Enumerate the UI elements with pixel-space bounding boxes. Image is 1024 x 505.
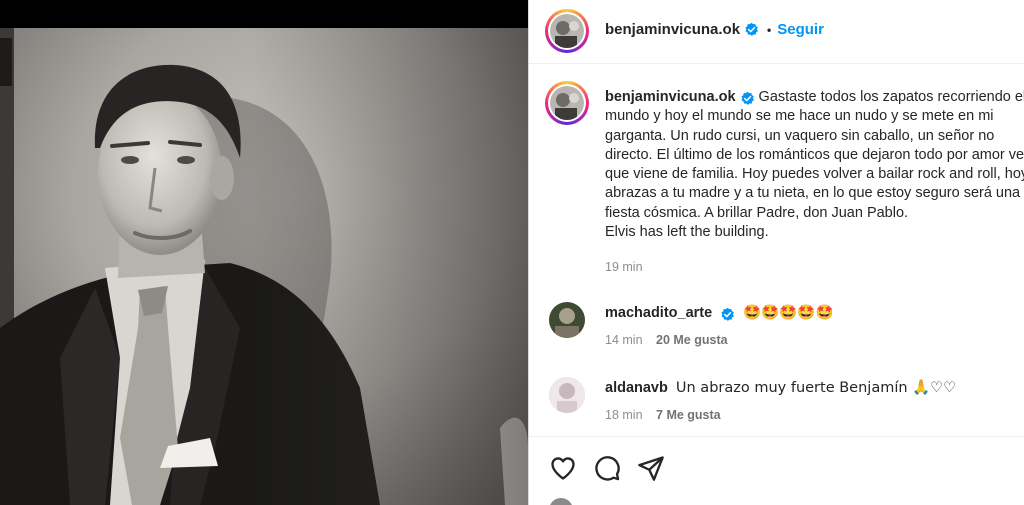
like-button[interactable] <box>549 454 577 482</box>
post-caption: benjaminvicuna.ok Gastaste todos los zapa… <box>605 88 1024 242</box>
comment-username[interactable]: machadito_arte <box>605 305 712 321</box>
comment-username[interactable]: aldanavb <box>605 380 668 396</box>
author-avatar[interactable] <box>545 9 589 53</box>
photo-top-bar <box>0 0 528 28</box>
comment-text: 🤩🤩🤩🤩🤩 <box>743 305 834 321</box>
header-user-row: benjaminvicuna.ok • Seguir <box>605 21 824 38</box>
comment-body: machadito_arte 🤩🤩🤩🤩🤩 <box>605 304 834 321</box>
comment-button[interactable] <box>593 454 621 482</box>
comment-text: Un abrazo muy fuerte Benjamín 🙏♡♡ <box>675 380 957 396</box>
comment-body: aldanavb Un abrazo muy fuerte Benjamín 🙏… <box>605 379 956 396</box>
comment-likes-count[interactable]: 7 Me gusta <box>656 408 721 422</box>
share-icon <box>638 456 664 481</box>
caption-username[interactable]: benjaminvicuna.ok <box>605 89 736 105</box>
heart-icon <box>551 457 575 480</box>
commenter-avatar[interactable] <box>549 302 585 338</box>
share-button[interactable] <box>637 454 665 482</box>
author-avatar-image <box>550 14 584 48</box>
verified-badge-icon <box>745 22 759 36</box>
caption-verified-badge-icon <box>740 91 754 105</box>
follow-button[interactable]: Seguir <box>777 21 824 38</box>
commenter-avatar[interactable] <box>549 377 585 413</box>
caption-author-avatar[interactable] <box>545 81 589 125</box>
post-photo-panel <box>0 0 528 505</box>
comment-meta: 14 min 20 Me gusta <box>605 333 728 347</box>
comment-verified-badge-icon <box>721 307 735 321</box>
comment-icon <box>595 456 620 481</box>
post-photo[interactable] <box>0 28 528 505</box>
post-header: benjaminvicuna.ok • Seguir <box>529 0 1024 64</box>
author-username[interactable]: benjaminvicuna.ok <box>605 21 740 38</box>
caption-avatar-image <box>550 86 584 120</box>
separator-dot: • <box>767 22 772 37</box>
comment-likes-count[interactable]: 20 Me gusta <box>656 333 728 347</box>
caption-timestamp: 19 min <box>605 260 643 274</box>
comment-meta: 18 min 7 Me gusta <box>605 408 721 422</box>
post-actions-bar <box>529 436 1024 505</box>
comment-timestamp: 18 min <box>605 408 643 422</box>
commenter-avatar-image <box>549 302 585 338</box>
comment-timestamp: 14 min <box>605 333 643 347</box>
post-panel: benjaminvicuna.ok • Seguir benjaminvicun… <box>528 0 1024 505</box>
caption-text: Gastaste todos los zapatos recorriendo e… <box>605 89 1024 241</box>
commenter-avatar-image <box>549 377 585 413</box>
